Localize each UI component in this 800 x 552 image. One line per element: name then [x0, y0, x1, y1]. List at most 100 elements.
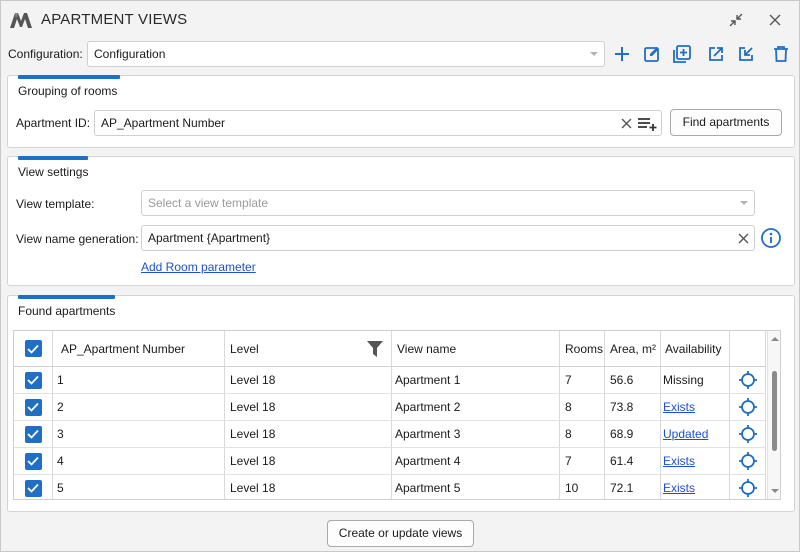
scroll-thumb[interactable]	[772, 371, 777, 451]
add-configuration-button[interactable]	[610, 42, 634, 66]
info-icon[interactable]	[760, 227, 782, 249]
cell-number-container: 3	[53, 421, 225, 447]
column-header-level-label: Level	[230, 341, 259, 356]
apartment-id-input[interactable]: AP_Apartment Number	[94, 110, 662, 136]
configuration-select[interactable]: Configuration	[87, 41, 605, 67]
cell-view-name: Apartment 2	[395, 400, 461, 414]
find-apartments-button[interactable]: Find apartments	[670, 109, 782, 136]
column-header-apartment-number[interactable]: AP_Apartment Number	[53, 331, 225, 366]
view-settings-group: View settings View template: Select a vi…	[7, 156, 795, 286]
cell-level-container: Level 18	[225, 475, 392, 499]
group-accent	[18, 75, 120, 79]
cell-area-container: 56.6	[605, 367, 661, 393]
row-checkbox[interactable]	[24, 479, 42, 497]
cell-area-container: 72.1	[605, 475, 661, 499]
row-select-cell	[14, 421, 53, 447]
cell-number-container: 4	[53, 448, 225, 474]
view-template-select[interactable]: Select a view template	[141, 190, 755, 216]
group-title: Found apartments	[18, 304, 116, 318]
table-row[interactable]: 5 Level 18 Apartment 5 10 72.1 Exists	[14, 475, 766, 499]
row-checkbox[interactable]	[24, 371, 42, 389]
table-row[interactable]: 1 Level 18 Apartment 1 7 56.6 Missing	[14, 367, 766, 394]
clear-icon[interactable]	[738, 233, 749, 244]
cell-availability: Missing	[663, 373, 704, 387]
cell-availability[interactable]: Exists	[663, 481, 695, 495]
column-header-rooms[interactable]: Rooms	[560, 331, 605, 366]
cell-availability-container: Exists	[661, 448, 730, 474]
cell-area: 72.1	[610, 481, 634, 495]
duplicate-configuration-button[interactable]	[670, 42, 694, 66]
filter-icon[interactable]	[367, 340, 383, 358]
row-checkbox[interactable]	[24, 398, 42, 416]
close-icon	[769, 14, 781, 26]
cell-view-name-container: Apartment 2	[392, 394, 560, 420]
locate-crosshair-icon[interactable]	[738, 451, 758, 471]
cell-view-name: Apartment 5	[395, 481, 461, 495]
table-row[interactable]: 2 Level 18 Apartment 2 8 73.8 Exists	[14, 394, 766, 421]
apartment-id-label: Apartment ID:	[16, 116, 91, 130]
row-locate-cell	[730, 367, 766, 393]
clear-icon[interactable]	[621, 118, 632, 129]
row-locate-cell	[730, 421, 766, 447]
locate-crosshair-icon[interactable]	[738, 424, 758, 444]
select-all-checkbox[interactable]	[24, 340, 42, 357]
cell-level: Level 18	[230, 373, 276, 387]
app-logo-icon	[10, 13, 32, 28]
cell-rooms-container: 10	[560, 475, 605, 499]
locate-crosshair-icon[interactable]	[738, 370, 758, 390]
collapse-arrows-icon	[729, 13, 743, 27]
row-checkbox[interactable]	[24, 425, 42, 443]
view-name-generation-input[interactable]: Apartment {Apartment}	[141, 225, 755, 251]
cell-availability[interactable]: Updated	[663, 427, 708, 441]
view-template-placeholder: Select a view template	[148, 196, 269, 210]
check-icon	[27, 429, 39, 439]
cell-availability[interactable]: Exists	[663, 400, 695, 414]
cell-view-name-container: Apartment 5	[392, 475, 560, 499]
check-icon	[27, 456, 39, 466]
cell-level: Level 18	[230, 427, 276, 441]
column-header-area[interactable]: Area, m²	[605, 331, 661, 366]
cell-view-name-container: Apartment 1	[392, 367, 560, 393]
import-configuration-button[interactable]	[734, 42, 758, 66]
cell-number: 3	[57, 427, 64, 441]
edit-configuration-button[interactable]	[640, 42, 664, 66]
cell-rooms: 7	[565, 373, 572, 387]
cell-area: 68.9	[610, 427, 634, 441]
cell-rooms-container: 8	[560, 421, 605, 447]
column-header-availability[interactable]: Availability	[661, 331, 730, 366]
window-title: APARTMENT VIEWS	[41, 11, 188, 28]
group-accent	[18, 156, 88, 160]
cell-availability-container: Exists	[661, 394, 730, 420]
add-icon	[615, 47, 629, 61]
cell-availability-container: Exists	[661, 475, 730, 499]
locate-crosshair-icon[interactable]	[738, 478, 758, 498]
cell-number: 2	[57, 400, 64, 414]
cell-level: Level 18	[230, 400, 276, 414]
cell-number-container: 5	[53, 475, 225, 499]
import-icon	[739, 47, 753, 61]
column-header-level[interactable]: Level	[225, 331, 392, 366]
scroll-down-icon[interactable]	[771, 489, 779, 493]
cell-view-name: Apartment 3	[395, 427, 461, 441]
cell-availability[interactable]: Exists	[663, 454, 695, 468]
table-header: AP_Apartment Number Level View name Room…	[14, 331, 766, 367]
add-room-parameter-link[interactable]: Add Room parameter	[141, 260, 256, 274]
table-row[interactable]: 3 Level 18 Apartment 3 8 68.9 Updated	[14, 421, 766, 448]
locate-crosshair-icon[interactable]	[738, 397, 758, 417]
collapse-button[interactable]	[724, 9, 748, 31]
create-or-update-views-button[interactable]: Create or update views	[327, 520, 474, 547]
table-row[interactable]: 4 Level 18 Apartment 4 7 61.4 Exists	[14, 448, 766, 475]
export-configuration-button[interactable]	[704, 42, 728, 66]
close-button[interactable]	[763, 9, 787, 31]
cell-view-name-container: Apartment 4	[392, 448, 560, 474]
duplicate-icon	[673, 45, 691, 63]
table-scrollbar[interactable]	[767, 331, 780, 499]
scroll-up-icon[interactable]	[771, 337, 779, 341]
cell-level: Level 18	[230, 481, 276, 495]
delete-configuration-button[interactable]	[769, 42, 793, 66]
column-header-view-name[interactable]: View name	[392, 331, 560, 366]
row-checkbox[interactable]	[24, 452, 42, 470]
apartment-id-value: AP_Apartment Number	[101, 116, 226, 130]
cell-area: 73.8	[610, 400, 634, 414]
add-list-icon[interactable]	[638, 117, 658, 131]
